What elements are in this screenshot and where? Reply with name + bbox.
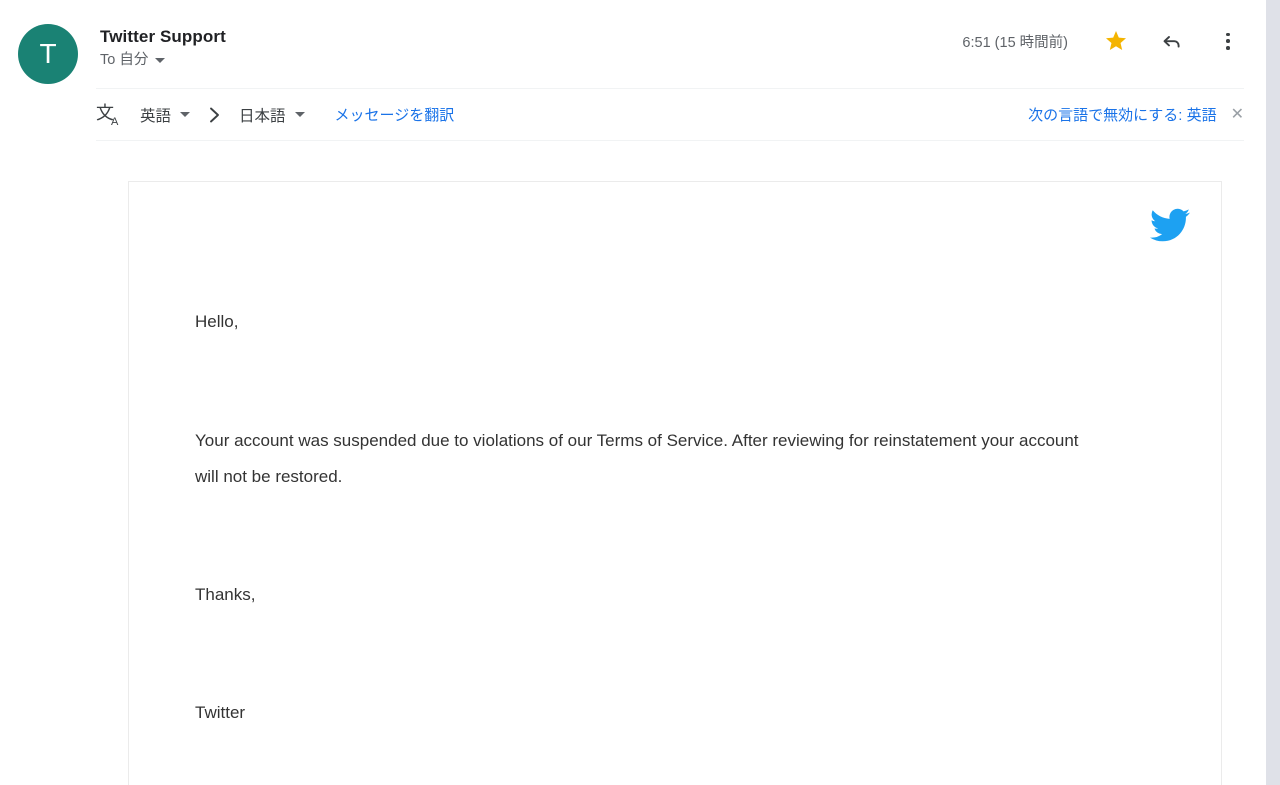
header-actions: 6:51 (15 時間前) xyxy=(962,24,1246,58)
email-paragraph: Your account was suspended due to violat… xyxy=(195,431,1079,486)
chevron-down-icon xyxy=(155,57,166,63)
message-content-column: T Twitter Support To 自分 6:51 (15 時間前) 文 … xyxy=(0,0,1266,785)
source-language-selector[interactable]: 英語 xyxy=(140,104,191,126)
more-options-button[interactable] xyxy=(1210,23,1246,59)
recipient-label: To 自分 xyxy=(100,52,149,68)
source-language-label: 英語 xyxy=(140,107,172,125)
vertical-scrollbar[interactable] xyxy=(1266,0,1280,785)
chevron-right-icon xyxy=(208,106,221,124)
more-vertical-icon xyxy=(1226,32,1230,50)
message-viewport: T Twitter Support To 自分 6:51 (15 時間前) 文 … xyxy=(0,0,1280,785)
target-language-label: 日本語 xyxy=(239,107,286,125)
email-body-text: Hello, Your account was suspended due to… xyxy=(195,304,1161,731)
star-button[interactable] xyxy=(1098,23,1134,59)
avatar: T xyxy=(18,24,78,84)
scrollbar-thumb[interactable] xyxy=(1266,0,1280,785)
close-icon[interactable]: ✕ xyxy=(1231,106,1244,123)
sender-name: Twitter Support xyxy=(100,27,226,46)
star-filled-icon xyxy=(1106,31,1126,50)
email-greeting: Hello, xyxy=(195,312,239,331)
target-language-selector[interactable]: 日本語 xyxy=(239,104,305,126)
email-closing: Thanks, xyxy=(195,585,256,604)
recipient-expander[interactable]: To 自分 xyxy=(100,51,226,69)
chevron-down-icon xyxy=(294,112,305,117)
disable-language-link[interactable]: 次の言語で無効にする: 英語 xyxy=(1028,104,1217,125)
sender-block: Twitter Support To 自分 xyxy=(100,26,226,69)
message-header: T Twitter Support To 自分 6:51 (15 時間前) xyxy=(0,0,1266,89)
chevron-down-icon xyxy=(180,112,191,117)
svg-text:A: A xyxy=(111,116,119,128)
reply-button[interactable] xyxy=(1154,23,1190,59)
reply-arrow-icon xyxy=(1163,36,1180,48)
translate-bar-right: 次の言語で無効にする: 英語 ✕ xyxy=(1028,104,1244,125)
translate-icon: 文 A xyxy=(96,102,126,128)
email-signature: Twitter xyxy=(195,703,246,722)
twitter-bird-icon xyxy=(1147,205,1193,245)
message-timestamp: 6:51 (15 時間前) xyxy=(962,34,1068,51)
translate-bar: 文 A 英語 日本語 メッセージを翻訳 次の言語で無効にする: 英語 ✕ xyxy=(96,89,1244,141)
email-body-card: Hello, Your account was suspended due to… xyxy=(128,181,1222,785)
translate-message-link[interactable]: メッセージを翻訳 xyxy=(335,104,455,125)
